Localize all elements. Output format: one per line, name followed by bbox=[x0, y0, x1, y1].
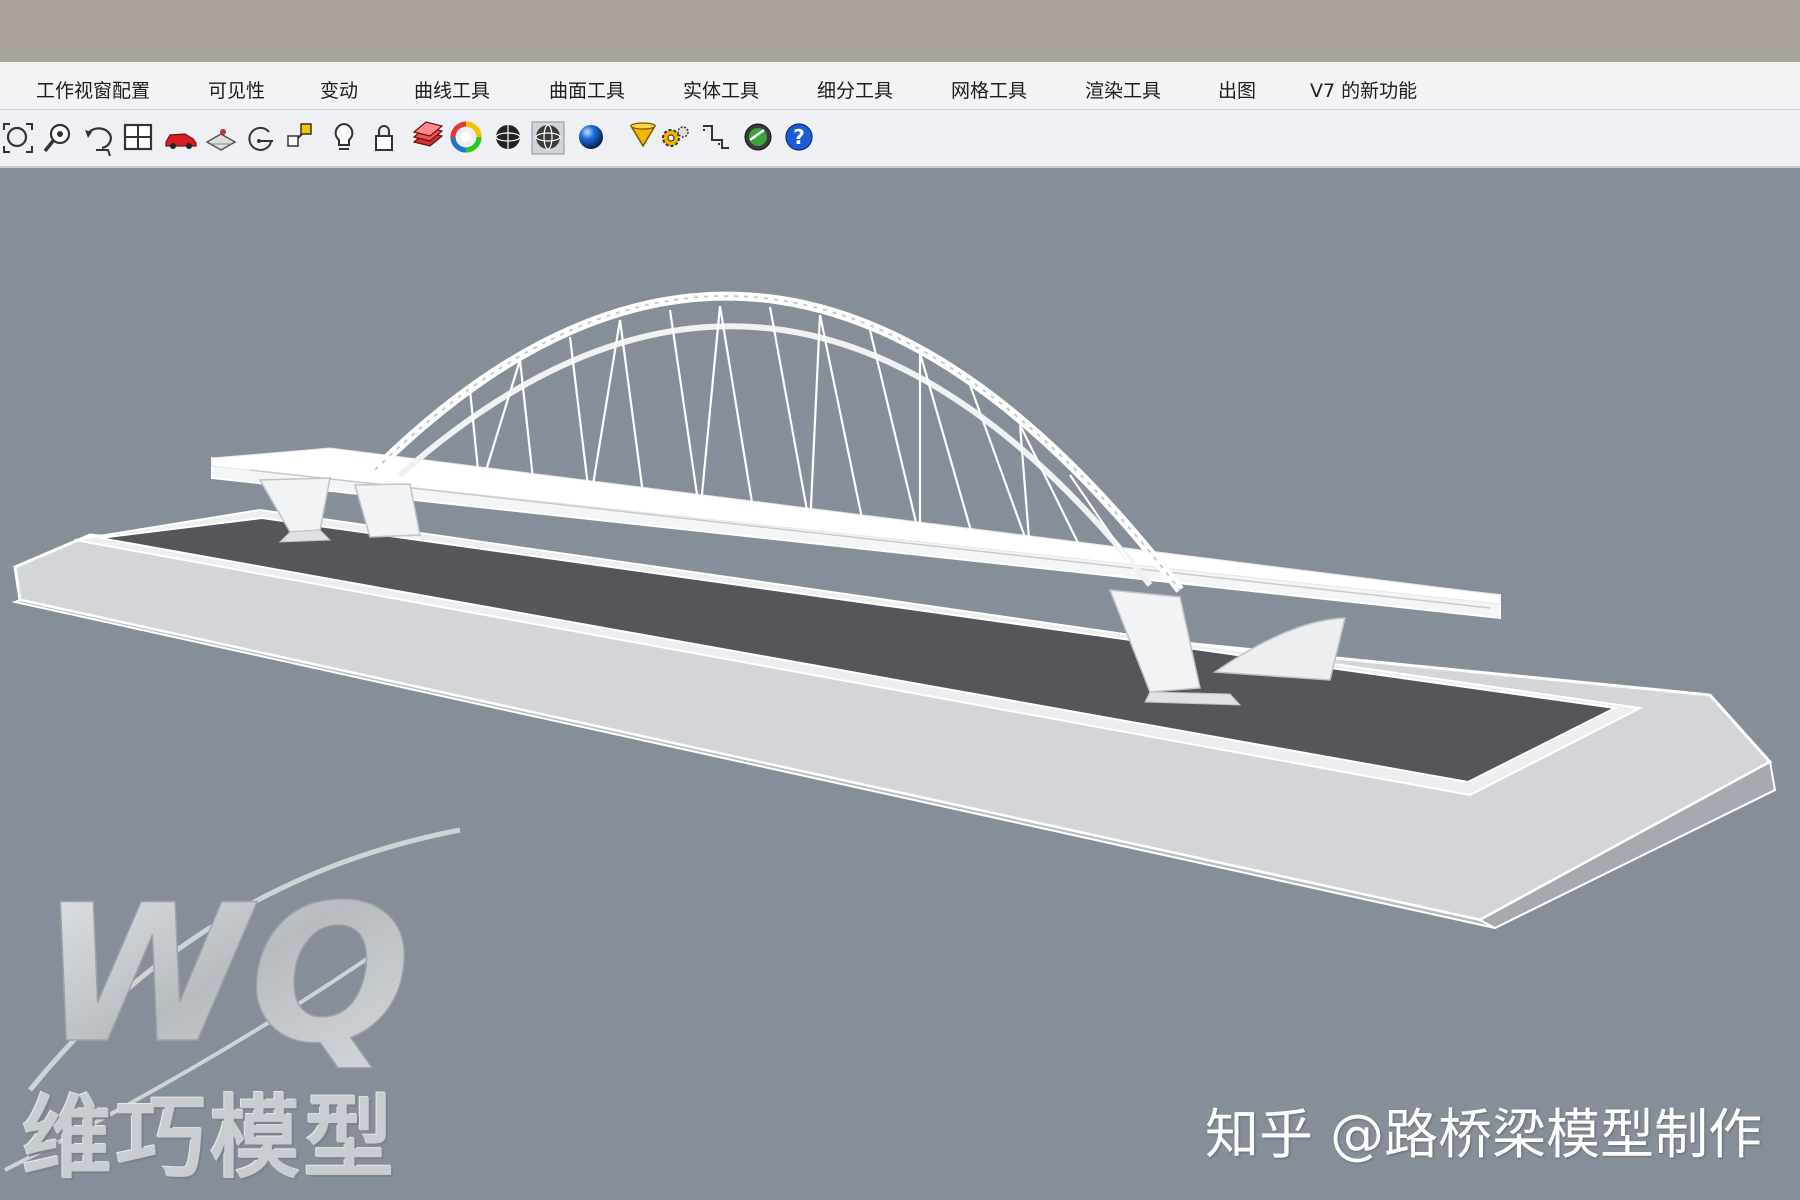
title-bar bbox=[0, 0, 1800, 62]
car-icon[interactable] bbox=[163, 120, 199, 156]
menu-visibility[interactable]: 可见性 bbox=[208, 76, 265, 103]
menu-mesh-tools[interactable]: 网格工具 bbox=[951, 76, 1027, 103]
color-wheel-icon[interactable] bbox=[448, 120, 484, 156]
globe-icon[interactable] bbox=[740, 120, 776, 156]
zhihu-watermark: 知乎 @路桥梁模型制作 bbox=[1205, 1103, 1763, 1166]
zoom-extents-icon[interactable] bbox=[0, 120, 36, 156]
toolbar: ? bbox=[0, 110, 1800, 168]
menu-render-tools[interactable]: 渲染工具 bbox=[1085, 76, 1161, 103]
cone-icon[interactable] bbox=[625, 120, 661, 156]
wireframe-sphere-icon[interactable] bbox=[530, 120, 566, 156]
menu-bar: 工作视窗配置 可见性 变动 曲线工具 曲面工具 实体工具 细分工具 网格工具 渲… bbox=[0, 62, 1800, 110]
snap-icon[interactable] bbox=[283, 120, 319, 156]
menu-curve-tools[interactable]: 曲线工具 bbox=[414, 76, 490, 103]
lock-icon[interactable] bbox=[367, 120, 403, 156]
menu-drafting[interactable]: 出图 bbox=[1218, 76, 1256, 103]
named-view-icon[interactable] bbox=[203, 120, 239, 156]
blue-sphere-icon[interactable] bbox=[573, 120, 609, 156]
dimension-icon[interactable] bbox=[698, 120, 734, 156]
shaded-sphere-icon[interactable] bbox=[490, 120, 526, 156]
four-viewports-icon[interactable] bbox=[122, 120, 158, 156]
menu-viewport-layout[interactable]: 工作视窗配置 bbox=[36, 76, 150, 103]
help-icon[interactable]: ? bbox=[781, 120, 817, 156]
layer-icon[interactable] bbox=[410, 120, 446, 156]
menu-subd-tools[interactable]: 细分工具 bbox=[817, 76, 893, 103]
wq-logo-letters: WQ bbox=[40, 864, 411, 1085]
perspective-viewport[interactable]: WQ 维巧模型 知乎 @路桥梁模型制作 bbox=[0, 168, 1800, 1200]
zoom-window-icon[interactable] bbox=[40, 120, 76, 156]
target-icon[interactable] bbox=[243, 120, 279, 156]
gear-icon[interactable] bbox=[657, 120, 693, 156]
svg-text:?: ? bbox=[793, 125, 805, 149]
menu-solid-tools[interactable]: 实体工具 bbox=[683, 76, 759, 103]
menu-surface-tools[interactable]: 曲面工具 bbox=[549, 76, 625, 103]
logo-brand-text: 维巧模型 bbox=[22, 1086, 398, 1191]
menu-new-in-v7[interactable]: V7 的新功能 bbox=[1310, 76, 1417, 103]
menu-transform[interactable]: 变动 bbox=[320, 76, 358, 103]
rotate-view-icon[interactable] bbox=[82, 120, 118, 156]
light-icon[interactable] bbox=[326, 120, 362, 156]
